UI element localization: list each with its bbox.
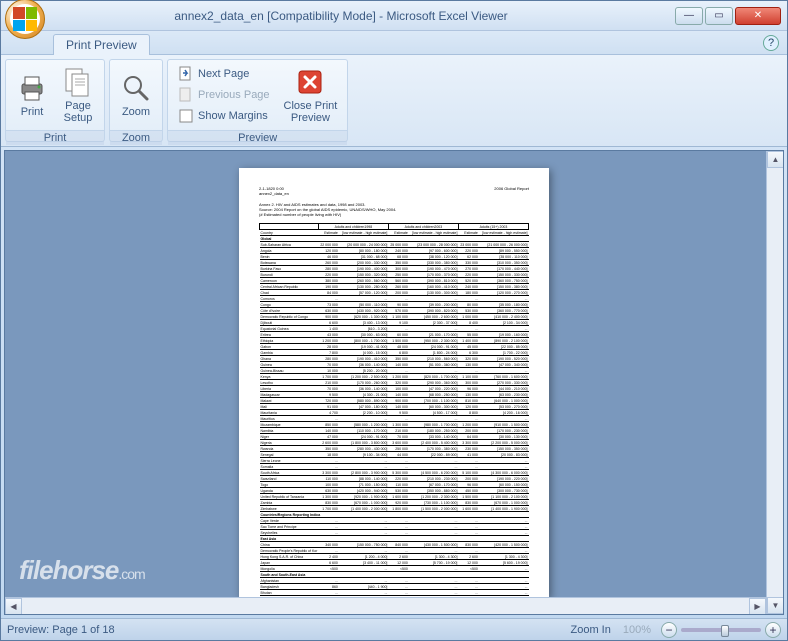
scroll-up-icon[interactable]: ▲	[767, 151, 784, 168]
office-button[interactable]	[5, 0, 45, 39]
ribbon-group-print: Print Page Setup Print	[5, 59, 105, 142]
zoom-out-button[interactable]: −	[661, 622, 677, 638]
magnifier-icon	[120, 72, 152, 104]
next-page-label: Next Page	[198, 68, 249, 80]
watermark-brand: filehorse	[19, 555, 118, 585]
close-button[interactable]: ✕	[735, 7, 781, 25]
scroll-track-v[interactable]	[767, 168, 783, 597]
zoom-percent[interactable]: 100%	[623, 624, 651, 636]
next-page-icon	[178, 66, 194, 82]
show-margins-checkbox[interactable]: Show Margins	[174, 106, 274, 126]
ribbon-group-preview: Next Page Previous Page Show Margins	[167, 59, 348, 142]
status-preview-text: Preview: Page 1 of 18	[7, 624, 115, 636]
group-print-label: Print	[6, 130, 104, 145]
page-setup-label: Page Setup	[64, 100, 93, 124]
group-zoom-label: Zoom	[110, 130, 162, 145]
tab-print-preview[interactable]: Print Preview	[53, 34, 150, 55]
previous-page-icon	[178, 87, 194, 103]
zoom-control: Zoom In 100% − +	[571, 622, 782, 638]
scroll-down-icon[interactable]: ▼	[767, 597, 784, 614]
page-setup-icon	[62, 66, 94, 98]
page-setup-button[interactable]: Page Setup	[56, 62, 100, 128]
previous-page-label: Previous Page	[198, 89, 270, 101]
preview-workspace: 2-1-1820 0:00 annex2_data_en2006 Global …	[4, 150, 784, 615]
show-margins-label: Show Margins	[198, 110, 268, 122]
watermark-tld: .com	[118, 566, 144, 582]
help-icon[interactable]: ?	[763, 35, 779, 51]
close-print-preview-button[interactable]: Close Print Preview	[278, 62, 344, 128]
scroll-track-h[interactable]	[22, 598, 749, 614]
status-bar: Preview: Page 1 of 18 Zoom In 100% − +	[1, 618, 787, 640]
minimize-button[interactable]: —	[675, 7, 703, 25]
preview-page: 2-1-1820 0:00 annex2_data_en2006 Global …	[239, 168, 549, 598]
close-preview-icon	[294, 66, 326, 98]
zoom-in-button[interactable]: +	[765, 622, 781, 638]
previous-page-button: Previous Page	[174, 85, 274, 105]
checkbox-icon	[178, 108, 194, 124]
printer-icon	[16, 72, 48, 104]
window-title: annex2_data_en [Compatibility Mode] - Mi…	[7, 9, 675, 23]
scroll-left-icon[interactable]: ◀	[5, 598, 22, 615]
watermark: filehorse.com	[19, 555, 145, 586]
maximize-button[interactable]: ▭	[705, 7, 733, 25]
print-button[interactable]: Print	[10, 62, 54, 128]
scroll-right-icon[interactable]: ▶	[749, 598, 766, 615]
zoom-in-label[interactable]: Zoom In	[571, 624, 611, 636]
zoom-label: Zoom	[122, 106, 150, 118]
zoom-button[interactable]: Zoom	[114, 62, 158, 128]
next-page-button[interactable]: Next Page	[174, 64, 274, 84]
title-bar: annex2_data_en [Compatibility Mode] - Mi…	[1, 1, 787, 31]
horizontal-scrollbar[interactable]: ◀ ▶	[5, 597, 766, 614]
ribbon: Print Page Setup Print Zoom	[1, 55, 787, 147]
group-preview-label: Preview	[168, 130, 347, 145]
ribbon-tab-strip: Print Preview ?	[1, 31, 787, 55]
vertical-scrollbar[interactable]: ▲ ▼	[766, 151, 783, 614]
zoom-slider[interactable]	[681, 628, 761, 632]
ribbon-group-zoom: Zoom Zoom	[109, 59, 163, 142]
close-preview-label: Close Print Preview	[284, 100, 338, 124]
print-label: Print	[21, 106, 44, 118]
window-controls: — ▭ ✕	[675, 7, 781, 25]
